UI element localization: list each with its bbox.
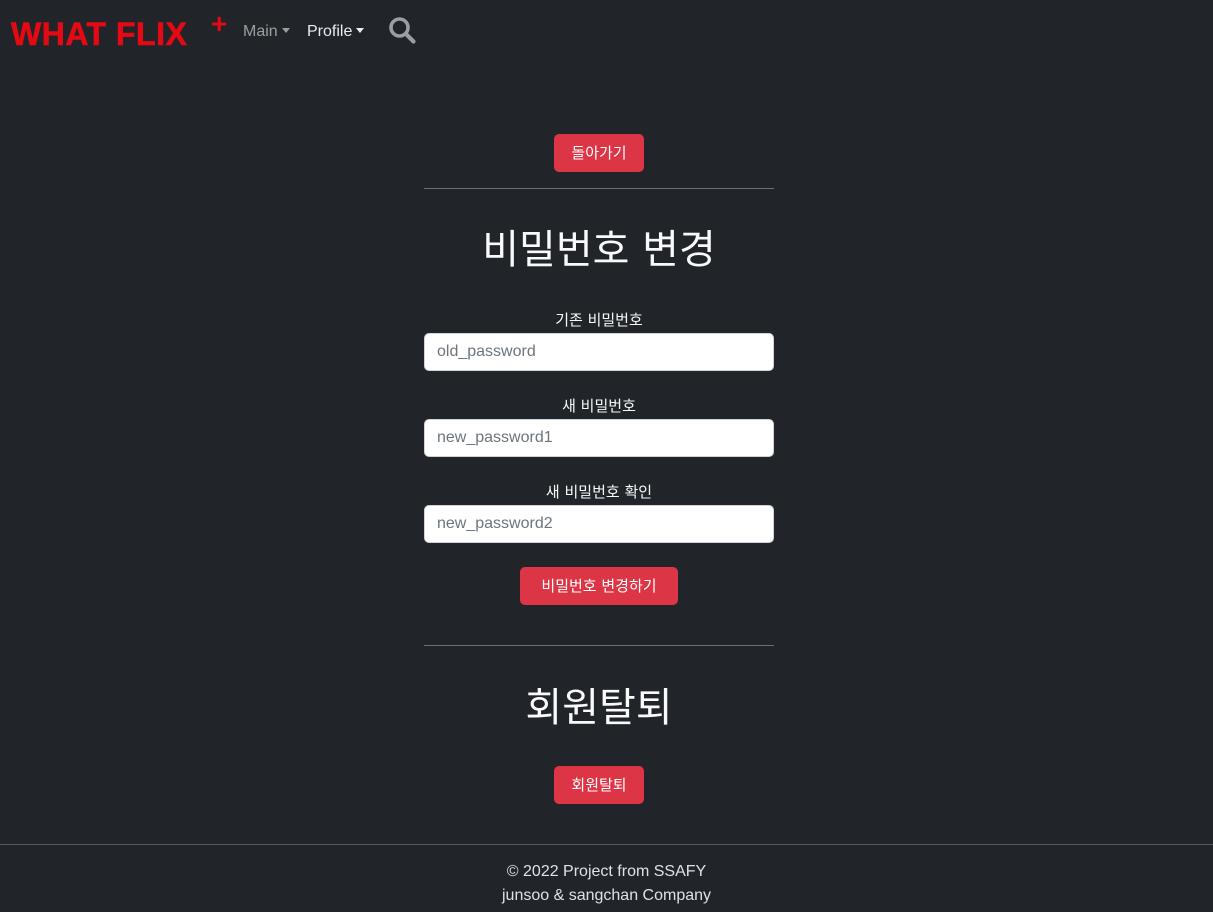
nav-profile-label: Profile — [307, 23, 353, 40]
footer-divider — [0, 844, 1213, 845]
search-icon — [389, 17, 416, 44]
new-password-input[interactable] — [424, 419, 774, 457]
brand-logo[interactable]: WHAT FLIX — [11, 14, 187, 54]
footer-company: junsoo & sangchan Company — [501, 887, 712, 904]
navbar: WHAT FLIX + Main Profile — [0, 0, 1213, 64]
password-change-title: 비밀번호 변경 — [482, 227, 716, 273]
confirm-password-label: 새 비밀번호 확인 — [545, 483, 653, 501]
footer-copyright: © 2022 Project from SSAFY — [506, 863, 707, 880]
nav-main-dropdown[interactable]: Main — [243, 20, 290, 44]
new-password-label: 새 비밀번호 — [562, 397, 636, 415]
withdraw-title: 회원탈퇴 — [525, 685, 673, 731]
search-button[interactable] — [387, 15, 417, 45]
change-password-button[interactable]: 비밀번호 변경하기 — [520, 567, 678, 605]
nav-profile-dropdown[interactable]: Profile — [307, 20, 365, 44]
old-password-label: 기존 비밀번호 — [555, 311, 643, 329]
nav-main-label: Main — [243, 23, 278, 40]
brand-plus-mark: + — [211, 8, 228, 39]
divider — [424, 645, 774, 646]
chevron-down-icon — [281, 28, 290, 33]
chevron-down-icon — [356, 28, 365, 33]
divider — [424, 188, 774, 189]
back-button[interactable]: 돌아가기 — [554, 134, 644, 172]
old-password-input[interactable] — [424, 333, 774, 371]
confirm-password-input[interactable] — [424, 505, 774, 543]
withdraw-button[interactable]: 회원탈퇴 — [554, 766, 644, 804]
